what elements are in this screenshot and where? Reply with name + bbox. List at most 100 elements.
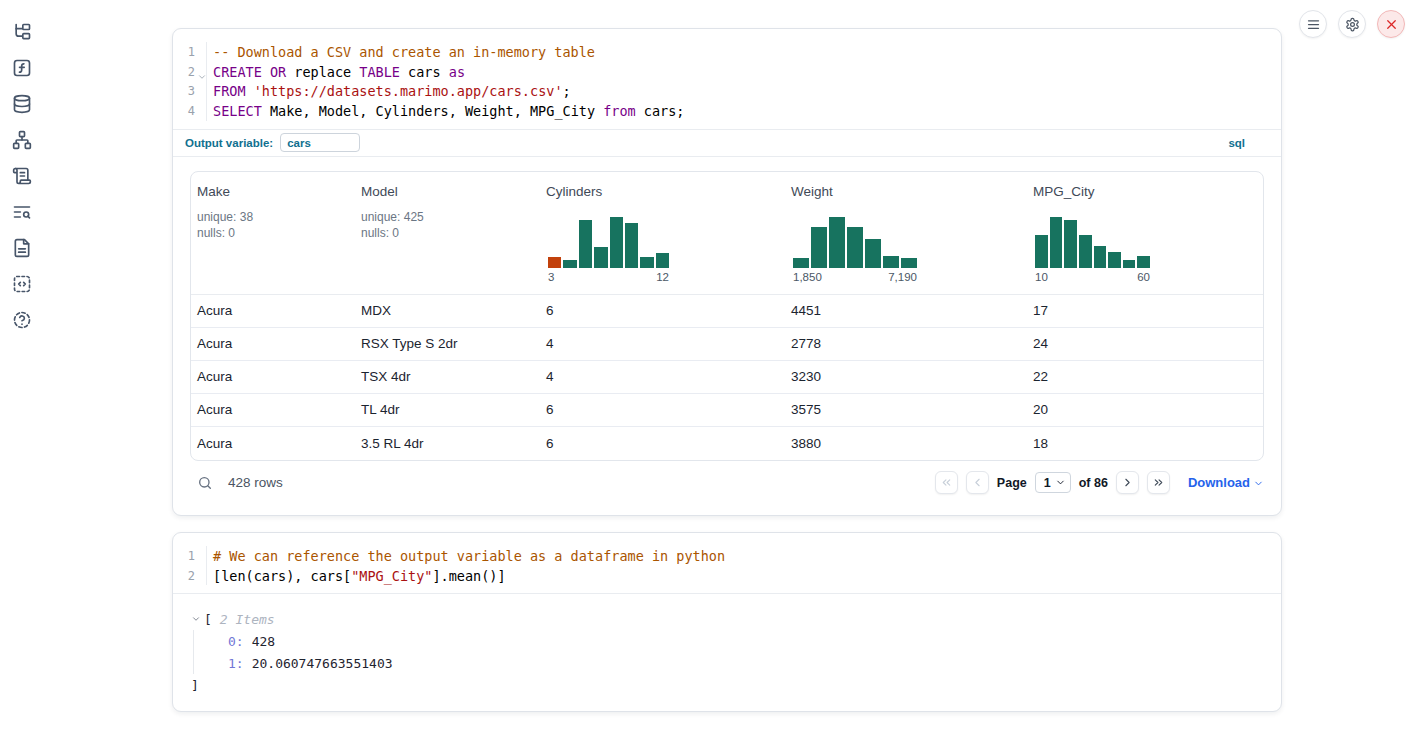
histogram-bar[interactable]	[901, 258, 917, 268]
column-header-mpg_city[interactable]: MPG_City 1060	[1027, 172, 1263, 294]
table-cell: TSX 4dr	[355, 369, 540, 384]
table-cell: 20	[1027, 402, 1263, 417]
language-badge: sql	[1228, 137, 1245, 149]
column-stats: unique: 425nulls: 0	[361, 209, 532, 242]
help-icon[interactable]	[12, 310, 32, 330]
file-tree-icon[interactable]	[12, 22, 32, 42]
output-variable-row: Output variable: sql	[173, 129, 1281, 157]
code-content: [len(cars), cars["MPG_City"].mean()]	[206, 566, 1281, 586]
output-variable-label: Output variable:	[185, 137, 273, 149]
table-cell: 3575	[785, 402, 1027, 417]
column-header-weight[interactable]: Weight1,8507,190	[785, 172, 1027, 294]
line-number: 1	[173, 549, 206, 563]
output-variable-input[interactable]	[280, 133, 360, 152]
table-cell: 4	[540, 336, 785, 351]
table-cell: Acura	[191, 436, 355, 451]
histogram-bar[interactable]	[610, 217, 623, 268]
table-cell: 22	[1027, 369, 1263, 384]
column-header-cylinders[interactable]: Cylinders312	[540, 172, 785, 294]
column-name: Cylinders	[546, 184, 777, 199]
tree-entry: 0:428	[228, 630, 1281, 652]
histogram-bar[interactable]	[1108, 252, 1121, 268]
histogram-bar[interactable]	[1079, 235, 1092, 268]
table-cell: 17	[1027, 303, 1263, 318]
histogram-bar[interactable]	[1094, 246, 1107, 268]
code-line: 2CREATE OR replace TABLE cars as	[173, 62, 1281, 82]
table-cell: Acura	[191, 336, 355, 351]
table-cell: Acura	[191, 303, 355, 318]
fold-chevron-icon[interactable]	[197, 71, 207, 85]
collapse-icon[interactable]	[191, 614, 201, 624]
table-cell: 6	[540, 303, 785, 318]
histogram-bar[interactable]	[865, 239, 881, 268]
line-number: 3	[173, 84, 206, 98]
histogram-bar[interactable]	[883, 256, 899, 268]
dependency-graph-icon[interactable]	[12, 130, 32, 150]
histogram-bar[interactable]	[829, 217, 845, 268]
histogram-bar[interactable]	[847, 227, 863, 268]
menu-icon	[1306, 17, 1321, 32]
sql-code-editor[interactable]: 1-- Download a CSV and create an in-memo…	[173, 29, 1281, 129]
open-bracket: [	[204, 612, 212, 627]
table-row[interactable]: AcuraMDX6445117	[191, 295, 1263, 328]
code-content: FROM 'https://datasets.marimo.app/cars.c…	[206, 81, 1281, 101]
code-content: SELECT Make, Model, Cylinders, Weight, M…	[206, 101, 1281, 121]
python-code-editor[interactable]: 1# We can reference the output variable …	[173, 533, 1281, 593]
sql-cell: 1-- Download a CSV and create an in-memo…	[172, 28, 1282, 516]
table-row[interactable]: Acura3.5 RL 4dr6388018	[191, 427, 1263, 460]
histogram-bar[interactable]	[563, 260, 576, 268]
histogram-bar[interactable]	[656, 253, 669, 268]
function-square-icon[interactable]	[12, 58, 32, 78]
column-header-make[interactable]: Makeunique: 38nulls: 0	[191, 172, 355, 294]
table-cell: 18	[1027, 436, 1263, 451]
next-page-button[interactable]	[1116, 471, 1139, 494]
table-row[interactable]: AcuraTSX 4dr4323022	[191, 361, 1263, 394]
sidebar-panel-icons	[0, 0, 44, 729]
table-body: AcuraMDX6445117AcuraRSX Type S 2dr427782…	[191, 295, 1263, 460]
chevron-left-icon	[971, 476, 984, 489]
histogram-bar[interactable]	[793, 258, 809, 268]
histogram-bar[interactable]	[594, 247, 607, 268]
download-button[interactable]: Download	[1188, 475, 1264, 490]
histogram-bar[interactable]	[1050, 217, 1063, 268]
last-page-button[interactable]	[1147, 471, 1170, 494]
gear-icon	[1345, 17, 1360, 32]
table-row[interactable]: AcuraRSX Type S 2dr4277824	[191, 328, 1263, 361]
python-cell: 1# We can reference the output variable …	[172, 532, 1282, 712]
histogram-bar[interactable]	[548, 257, 561, 268]
line-number: 2	[173, 65, 206, 79]
first-page-button[interactable]	[935, 471, 958, 494]
column-header-model[interactable]: Modelunique: 425nulls: 0	[355, 172, 540, 294]
settings-button[interactable]	[1338, 10, 1366, 38]
python-output: [ 2 Items 0:4281:20.060747663551403 ]	[173, 593, 1281, 696]
column-name: MPG_City	[1033, 184, 1255, 199]
table-cell: 24	[1027, 336, 1263, 351]
database-icon[interactable]	[12, 94, 32, 114]
line-number: 1	[173, 45, 206, 59]
prev-page-button[interactable]	[966, 471, 989, 494]
histogram-bar[interactable]	[1137, 256, 1150, 268]
shutdown-button[interactable]	[1377, 10, 1405, 38]
histogram-bar[interactable]	[625, 223, 638, 268]
documentation-icon[interactable]	[12, 238, 32, 258]
page-select[interactable]: 1	[1035, 472, 1071, 493]
histogram-bar[interactable]	[1064, 220, 1077, 268]
table-cell: 2778	[785, 336, 1027, 351]
table-row[interactable]: AcuraTL 4dr6357520	[191, 394, 1263, 427]
histogram-bar[interactable]	[1035, 235, 1048, 268]
notebook-menu-button[interactable]	[1299, 10, 1327, 38]
histogram-bar[interactable]	[1123, 260, 1136, 268]
table-cell: 4	[540, 369, 785, 384]
snippets-icon[interactable]	[12, 274, 32, 294]
chevron-down-icon	[1253, 476, 1264, 489]
logs-icon[interactable]	[12, 202, 32, 222]
table-cell: 6	[540, 402, 785, 417]
histogram-bar[interactable]	[579, 220, 592, 268]
scratchpad-icon[interactable]	[12, 166, 32, 186]
code-line: 2[len(cars), cars["MPG_City"].mean()]	[173, 566, 1281, 586]
search-icon[interactable]	[197, 475, 213, 491]
histogram-bar[interactable]	[811, 227, 827, 268]
histogram-bar[interactable]	[640, 257, 653, 268]
histogram-range-labels: 1060	[1035, 271, 1150, 283]
table-cell: Acura	[191, 402, 355, 417]
